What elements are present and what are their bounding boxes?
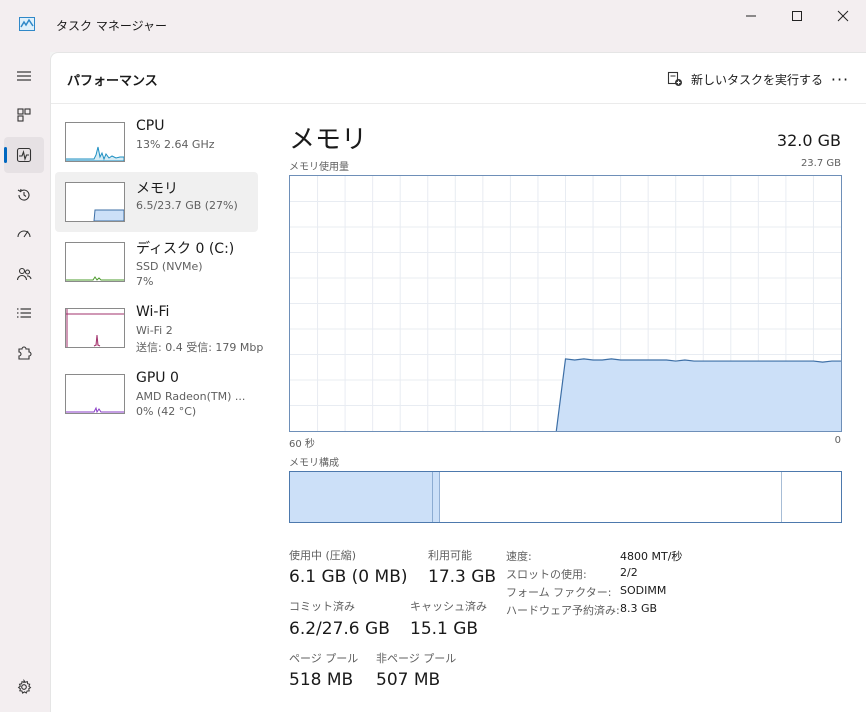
main-panel: パフォーマンス 新しいタスクを実行する ··· CPU 13% 2.64 GHz bbox=[50, 52, 866, 712]
minimize-button[interactable] bbox=[728, 0, 774, 32]
nav-performance[interactable] bbox=[4, 137, 44, 173]
device-disk-0[interactable]: ディスク 0 (C:) SSD (NVMe) 7% bbox=[55, 232, 258, 292]
title-bar: タスク マネージャー bbox=[0, 0, 866, 52]
composition-label: メモリ構成 bbox=[289, 458, 339, 469]
nonpaged-pool-label: 非ページ プール bbox=[376, 652, 457, 665]
device-name: GPU 0 bbox=[136, 370, 179, 386]
device-stat: Wi-Fi 2 bbox=[136, 324, 173, 337]
spec-value: 4800 MT/秒 bbox=[620, 550, 683, 563]
puzzle-icon bbox=[18, 346, 32, 360]
nav-details[interactable] bbox=[4, 295, 44, 331]
device-name: CPU bbox=[136, 118, 165, 134]
more-options-button[interactable]: ··· bbox=[827, 67, 853, 91]
paged-pool-label: ページ プール bbox=[289, 652, 359, 665]
spec-key: フォーム ファクター: bbox=[506, 586, 612, 599]
close-button[interactable] bbox=[820, 0, 866, 32]
nav-processes[interactable] bbox=[4, 97, 44, 133]
cpu-thumbnail-graph bbox=[65, 122, 125, 162]
usage-chart-label: メモリ使用量 bbox=[289, 162, 349, 173]
usage-chart-max: 23.7 GB bbox=[800, 158, 841, 169]
pulse-icon bbox=[16, 147, 32, 163]
window-title: タスク マネージャー bbox=[56, 19, 167, 33]
device-name: メモリ bbox=[136, 181, 178, 197]
disk-thumbnail-graph bbox=[65, 242, 125, 282]
history-icon bbox=[17, 188, 30, 201]
available-value: 17.3 GB bbox=[428, 567, 497, 587]
spec-key: 速度: bbox=[506, 550, 532, 563]
device-stat: 送信: 0.4 受信: 179 Mbp bbox=[136, 341, 264, 354]
header-divider bbox=[51, 103, 866, 104]
users-icon bbox=[16, 267, 32, 281]
run-task-icon bbox=[667, 71, 682, 86]
spec-value: 8.3 GB bbox=[620, 602, 658, 615]
page-title: パフォーマンス bbox=[67, 74, 158, 89]
run-new-task-button[interactable]: 新しいタスクを実行する bbox=[667, 67, 823, 91]
device-stat: 13% 2.64 GHz bbox=[136, 138, 215, 151]
committed-label: コミット済み bbox=[289, 600, 355, 613]
detail-title: メモリ bbox=[289, 125, 368, 155]
nav-services[interactable] bbox=[4, 335, 44, 371]
device-stat: 7% bbox=[136, 275, 154, 288]
wifi-thumbnail-graph bbox=[65, 308, 125, 348]
nav-app-history[interactable] bbox=[4, 177, 44, 213]
close-icon bbox=[837, 10, 849, 22]
memory-usage-plot bbox=[290, 176, 841, 432]
spec-key: ハードウェア予約済み: bbox=[506, 604, 620, 617]
memory-composition-plot bbox=[290, 472, 841, 522]
available-label: 利用可能 bbox=[428, 549, 472, 562]
in-use-value: 6.1 GB (0 MB) bbox=[289, 567, 408, 587]
device-cpu[interactable]: CPU 13% 2.64 GHz bbox=[55, 112, 258, 172]
more-options-icon: ··· bbox=[830, 69, 850, 89]
committed-value: 6.2/27.6 GB bbox=[289, 619, 390, 639]
time-axis-right: 0 bbox=[834, 435, 841, 446]
device-name: Wi-Fi bbox=[136, 304, 170, 320]
composition-segment-modified bbox=[432, 472, 440, 522]
grid-icon bbox=[17, 108, 31, 122]
memory-thumbnail-graph bbox=[65, 182, 125, 222]
composition-segment-free bbox=[781, 472, 841, 522]
nav-users[interactable] bbox=[4, 256, 44, 292]
task-manager-app-icon bbox=[19, 17, 35, 31]
minimize-icon bbox=[746, 15, 756, 17]
nav-startup-apps[interactable] bbox=[4, 216, 44, 252]
maximize-button[interactable] bbox=[774, 0, 820, 32]
device-stat: 6.5/23.7 GB (27%) bbox=[136, 199, 238, 212]
composition-segment-standby bbox=[439, 472, 782, 522]
speedometer-icon bbox=[17, 230, 31, 238]
spec-value: SODIMM bbox=[620, 584, 667, 597]
nav-menu-button[interactable] bbox=[4, 58, 44, 94]
nonpaged-pool-value: 507 MB bbox=[376, 670, 441, 690]
cached-value: 15.1 GB bbox=[410, 619, 479, 639]
memory-total: 32.0 GB bbox=[776, 131, 841, 150]
in-use-label: 使用中 (圧縮) bbox=[289, 549, 357, 562]
device-stat: 0% (42 °C) bbox=[136, 405, 197, 418]
memory-usage-area bbox=[556, 358, 841, 431]
navigation-rail bbox=[0, 52, 50, 712]
cached-label: キャッシュ済み bbox=[410, 600, 487, 613]
memory-usage-chart bbox=[289, 175, 842, 432]
time-axis-left: 60 秒 bbox=[289, 439, 315, 450]
memory-composition-bar bbox=[289, 471, 842, 523]
device-memory[interactable]: メモリ 6.5/23.7 GB (27%) bbox=[55, 172, 258, 232]
device-stat: SSD (NVMe) bbox=[136, 260, 203, 273]
gpu-thumbnail-graph bbox=[65, 374, 125, 414]
spec-key: スロットの使用: bbox=[506, 568, 587, 581]
maximize-icon bbox=[792, 11, 802, 21]
composition-segment-in-use bbox=[290, 472, 433, 522]
device-gpu-0[interactable]: GPU 0 AMD Radeon(TM) ... 0% (42 °C) bbox=[55, 364, 258, 424]
spec-value: 2/2 bbox=[620, 566, 638, 579]
run-new-task-label: 新しいタスクを実行する bbox=[691, 72, 824, 87]
nav-settings[interactable] bbox=[4, 669, 44, 705]
paged-pool-value: 518 MB bbox=[289, 670, 354, 690]
gear-icon bbox=[17, 679, 32, 694]
device-stat: AMD Radeon(TM) ... bbox=[136, 390, 246, 403]
device-wifi[interactable]: Wi-Fi Wi-Fi 2 送信: 0.4 受信: 179 Mbp bbox=[55, 298, 263, 358]
hamburger-icon bbox=[17, 71, 31, 81]
list-icon bbox=[17, 308, 31, 318]
device-name: ディスク 0 (C:) bbox=[136, 241, 235, 257]
